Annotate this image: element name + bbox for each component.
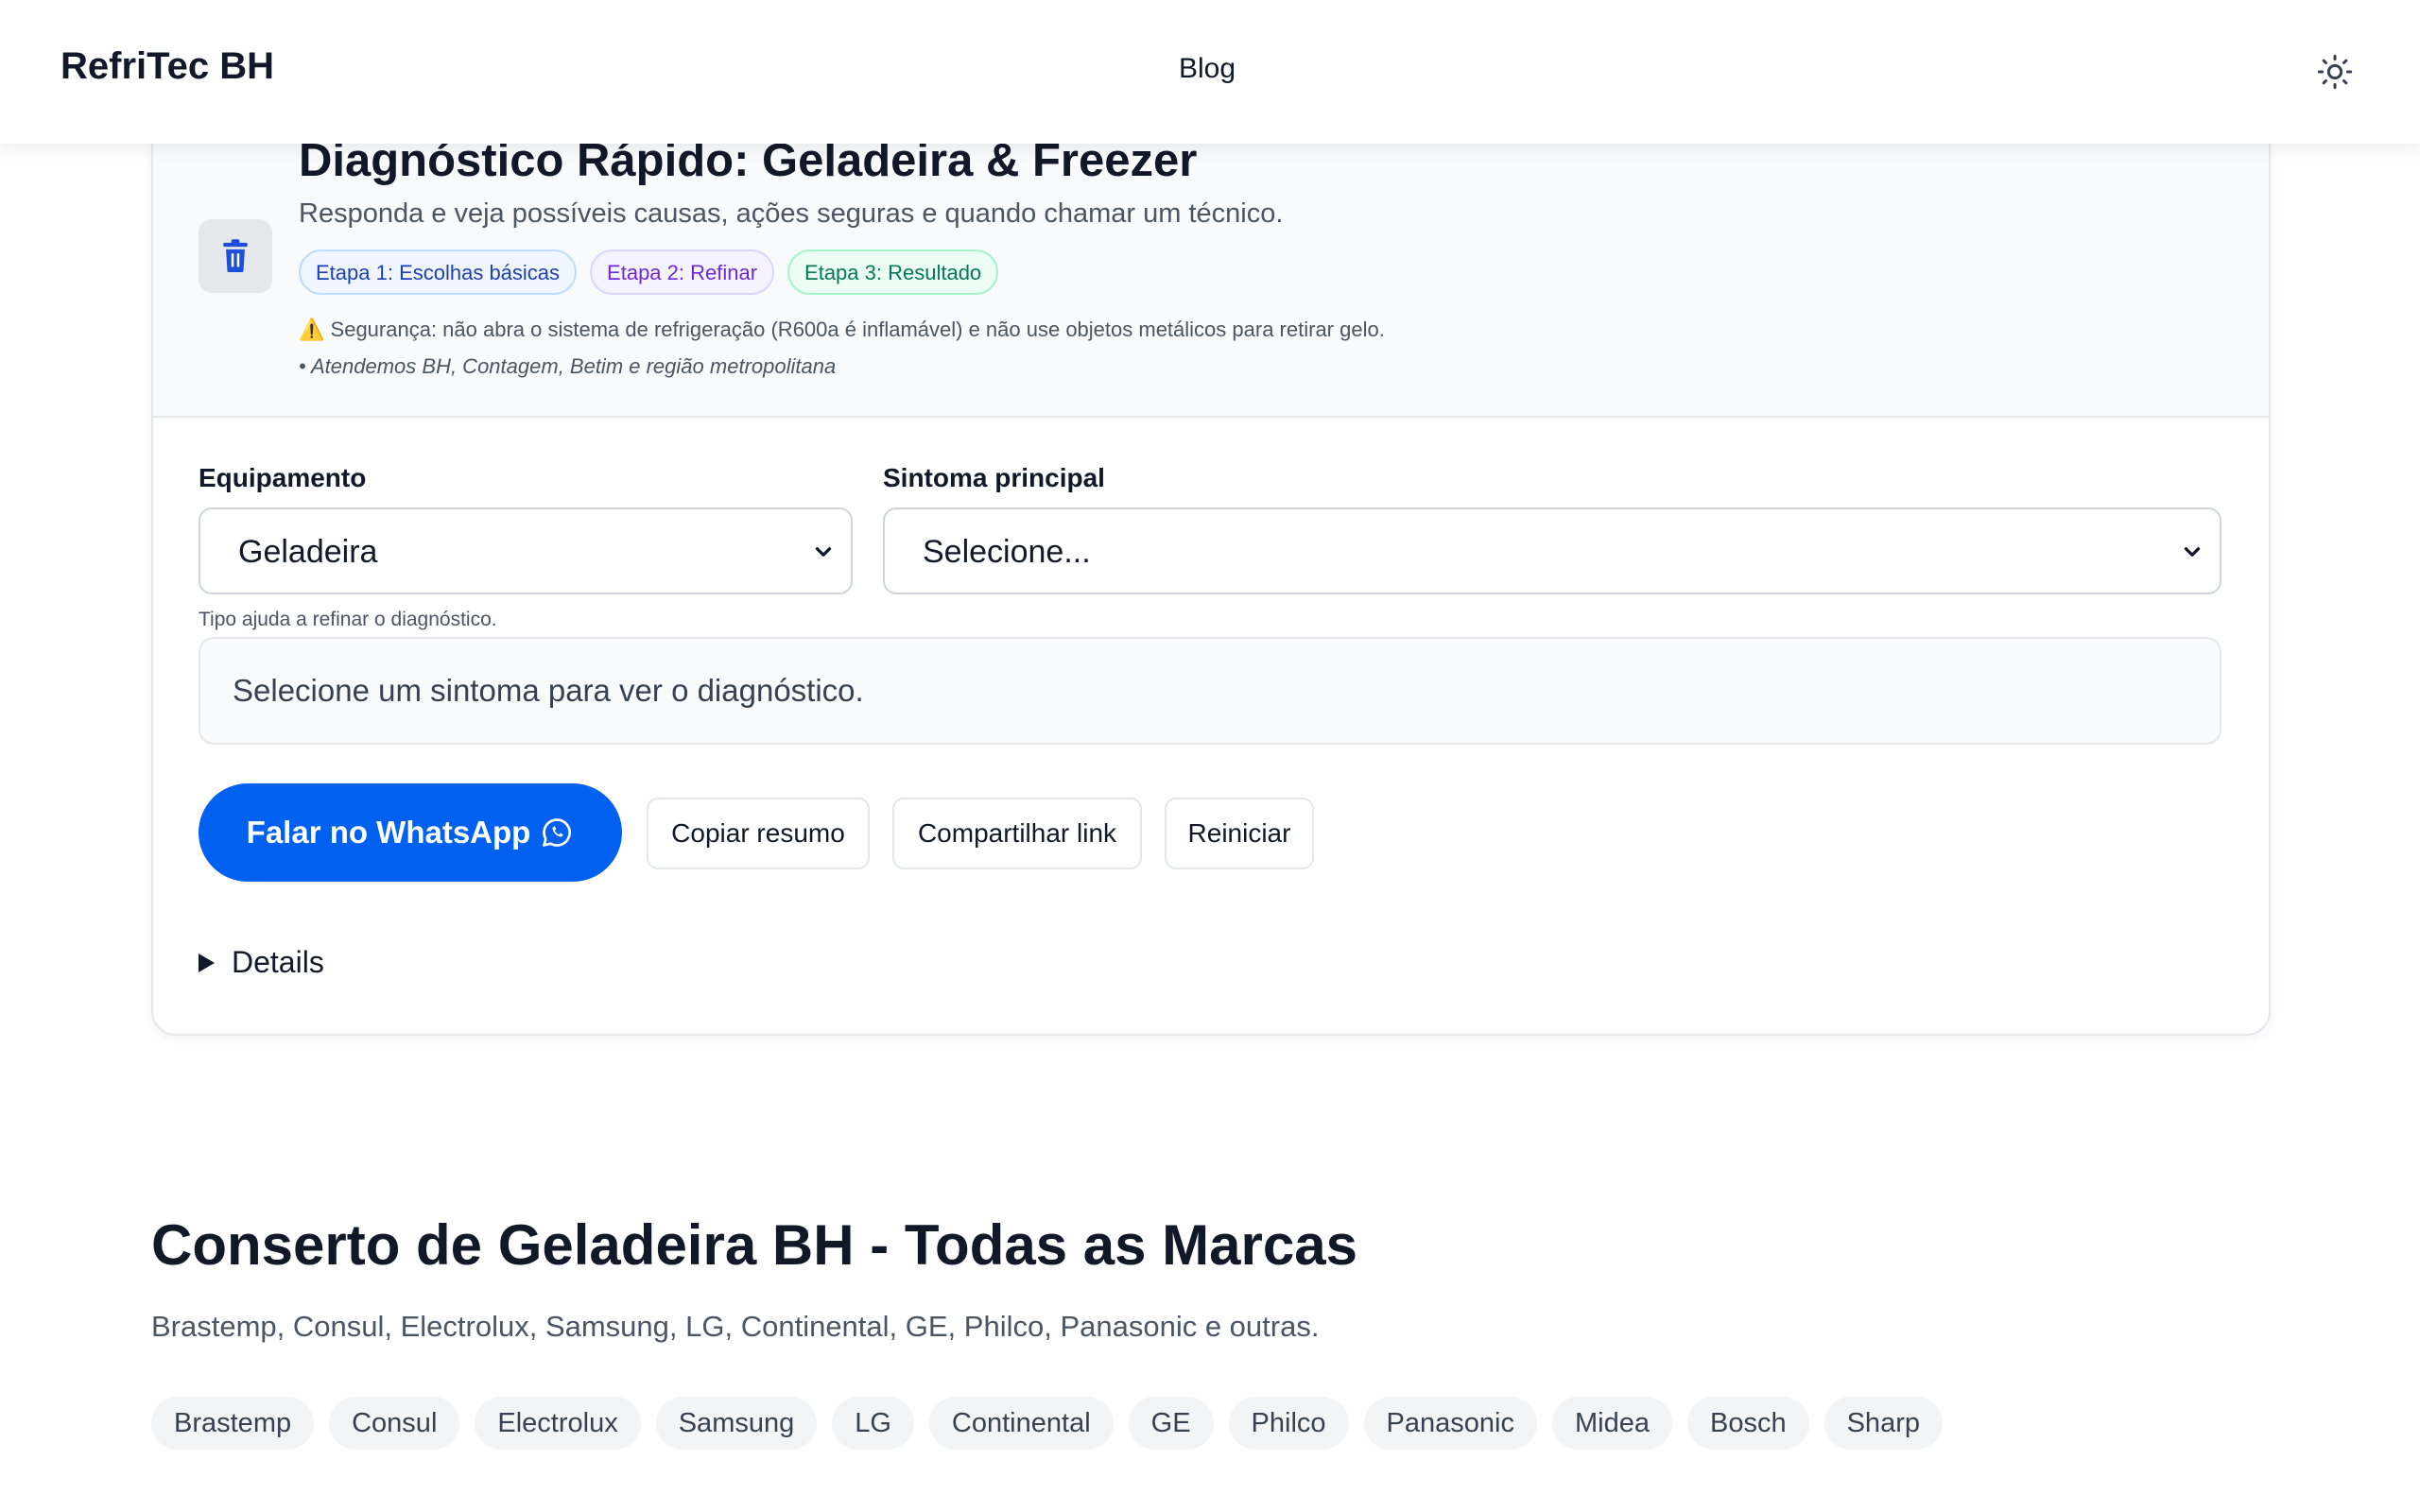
service-areas: • Atendemos BH, Contagem, Betim e região…: [299, 354, 837, 378]
whatsapp-button-label: Falar no WhatsApp: [246, 815, 531, 850]
safety-text: Segurança: não abra o sistema de refrige…: [330, 318, 1385, 341]
brand-chip-panasonic[interactable]: Panasonic: [1363, 1397, 1537, 1450]
step-1-pill: Etapa 1: Escolhas básicas: [299, 249, 578, 295]
step-2-pill: Etapa 2: Refinar: [590, 249, 775, 295]
nav-blog-link[interactable]: Blog: [1179, 53, 1236, 85]
equipment-select[interactable]: Geladeira: [199, 507, 853, 594]
diagnostic-result: Selecione um sintoma para ver o diagnóst…: [199, 637, 2221, 745]
diagnostic-card: Diagnóstico Rápido: Geladeira & Freezer …: [151, 76, 2271, 1036]
brand-chip-consul[interactable]: Consul: [329, 1397, 460, 1450]
share-link-button[interactable]: Compartilhar link: [892, 798, 1142, 869]
chevron-down-icon: [2184, 547, 2201, 557]
brand-chip-bosch[interactable]: Bosch: [1686, 1397, 1809, 1450]
copy-summary-button[interactable]: Copiar resumo: [647, 798, 870, 869]
trash-icon: [223, 239, 248, 272]
equipment-selected-value: Geladeira: [238, 534, 378, 570]
step-pills: Etapa 1: Escolhas básicas Etapa 2: Refin…: [299, 249, 999, 295]
warning-icon: ⚠️: [299, 318, 325, 341]
diagnostic-subtitle: Responda e veja possíveis causas, ações …: [299, 198, 1284, 229]
brand-chip-continental[interactable]: Continental: [928, 1397, 1114, 1450]
brand-chip-philco[interactable]: Philco: [1228, 1397, 1349, 1450]
whatsapp-icon: [543, 818, 572, 847]
brand-chips: Brastemp Consul Electrolux Samsung LG Co…: [151, 1397, 1943, 1450]
brand-chip-brastemp[interactable]: Brastemp: [151, 1397, 315, 1450]
brands-section-title: Conserto de Geladeira BH - Todas as Marc…: [151, 1213, 1357, 1277]
diagnostic-icon-box: [199, 219, 272, 293]
safety-note: ⚠️ Segurança: não abra o sistema de refr…: [299, 318, 1385, 342]
equipment-label: Equipamento: [199, 463, 367, 492]
reset-button[interactable]: Reiniciar: [1165, 798, 1314, 869]
disclosure-triangle-icon: [199, 953, 215, 972]
symptom-selected-value: Selecione...: [923, 534, 1091, 570]
brand-chip-ge[interactable]: GE: [1128, 1397, 1214, 1450]
chevron-down-icon: [815, 547, 832, 557]
brand-chip-sharp[interactable]: Sharp: [1824, 1397, 1943, 1450]
brand-chip-electrolux[interactable]: Electrolux: [475, 1397, 641, 1450]
sun-icon: [2317, 54, 2353, 90]
step-3-pill: Etapa 3: Resultado: [787, 249, 999, 295]
brand-chip-midea[interactable]: Midea: [1551, 1397, 1672, 1450]
equipment-hint: Tipo ajuda a refinar o diagnóstico.: [199, 609, 497, 630]
brands-section-subtitle: Brastemp, Consul, Electrolux, Samsung, L…: [151, 1310, 1320, 1343]
site-logo[interactable]: RefriTec BH: [60, 45, 274, 88]
symptom-label: Sintoma principal: [883, 463, 1105, 492]
top-navbar: RefriTec BH Blog: [0, 0, 2420, 144]
symptom-select[interactable]: Selecione...: [883, 507, 2221, 594]
brand-chip-samsung[interactable]: Samsung: [655, 1397, 818, 1450]
details-toggle[interactable]: Details: [199, 945, 324, 980]
whatsapp-button[interactable]: Falar no WhatsApp: [199, 783, 622, 882]
brand-chip-lg[interactable]: LG: [832, 1397, 914, 1450]
theme-toggle-button[interactable]: [2316, 53, 2354, 91]
result-placeholder: Selecione um sintoma para ver o diagnóst…: [233, 673, 864, 708]
details-label: Details: [232, 945, 324, 979]
